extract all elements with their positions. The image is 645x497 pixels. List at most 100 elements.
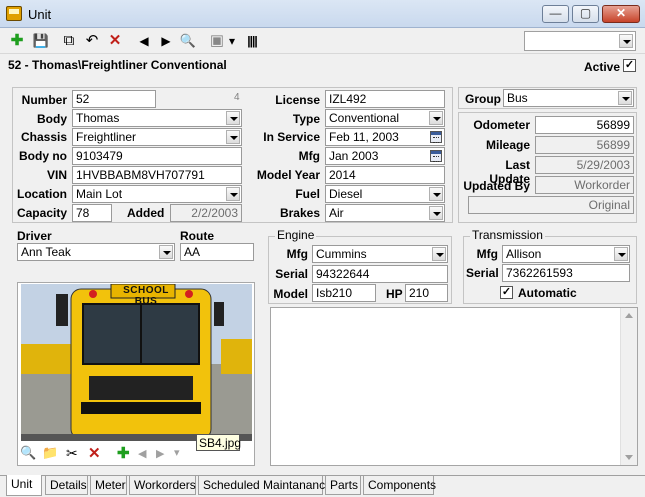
previous-record-icon[interactable]: ◀ [134, 31, 154, 51]
in-service-date[interactable]: Feb 11, 2003 [325, 128, 445, 146]
model-year-field[interactable]: 2014 [325, 166, 445, 184]
chevron-down-icon[interactable] [618, 91, 632, 105]
location-label: Location [17, 187, 67, 201]
add-icon[interactable]: ✚ [7, 31, 27, 51]
engine-serial-field[interactable]: 94322644 [312, 265, 448, 283]
box-dropdown-icon[interactable]: ▾ [226, 31, 238, 51]
chevron-down-icon[interactable] [429, 187, 443, 201]
calendar-icon[interactable] [430, 150, 442, 162]
location-select[interactable]: Main Lot [72, 185, 242, 203]
maximize-button[interactable]: ▢ [572, 5, 599, 23]
active-checkbox[interactable]: ✓ [623, 59, 636, 72]
chevron-down-icon[interactable] [226, 130, 240, 144]
body-value: Thomas [76, 111, 120, 125]
automatic-checkbox[interactable]: ✓ [500, 286, 513, 299]
barcode-icon[interactable]: |||| [242, 31, 262, 51]
type-select[interactable]: Conventional [325, 109, 445, 127]
scroll-up-icon[interactable] [625, 313, 633, 318]
minimize-button[interactable]: — [542, 5, 569, 23]
notes-scrollbar[interactable] [620, 308, 637, 465]
tab-meter[interactable]: Meter [90, 476, 127, 495]
add-photo-icon[interactable]: ✚ [117, 444, 130, 462]
chevron-down-icon[interactable] [429, 206, 443, 220]
unit-photo[interactable] [21, 284, 252, 441]
next-photo-icon[interactable]: ▶ [156, 447, 164, 460]
box-icon[interactable]: ▣ [207, 31, 227, 51]
chevron-down-icon[interactable] [159, 245, 173, 259]
hp-field[interactable]: 210 [405, 284, 448, 302]
fuel-select[interactable]: Diesel [325, 185, 445, 203]
tab-unit[interactable]: Unit [6, 475, 42, 496]
tab-components[interactable]: Components [363, 476, 436, 495]
body-select[interactable]: Thomas [72, 109, 242, 127]
cut-icon[interactable]: ✂ [66, 445, 78, 462]
mileage-field: 56899 [535, 136, 634, 154]
chassis-value: Freightliner [76, 130, 137, 144]
copy-icon[interactable]: ⧉ [59, 31, 79, 51]
previous-photo-icon[interactable]: ◀ [138, 447, 146, 460]
brakes-select[interactable]: Air [325, 204, 445, 222]
added-field: 2/2/2003 [170, 204, 242, 222]
chevron-down-icon[interactable] [432, 247, 446, 261]
transmission-mfg-value: Allison [506, 247, 542, 261]
undo-icon[interactable]: ↶ [82, 31, 102, 51]
scroll-down-icon[interactable] [625, 455, 633, 460]
fuel-label: Fuel [295, 187, 320, 201]
group-select[interactable]: Bus [503, 89, 634, 107]
transmission-title: Transmission [470, 228, 545, 242]
body-label: Body [37, 112, 67, 126]
mfg-date-value: Jan 2003 [329, 149, 379, 163]
odometer-field[interactable]: 56899 [535, 116, 634, 134]
photo-dropdown-icon[interactable]: ▾ [174, 446, 180, 459]
search-icon[interactable]: 🔍 [178, 31, 198, 51]
capacity-field[interactable]: 78 [72, 204, 112, 222]
engine-serial-label: Serial [275, 267, 308, 281]
odometer-label: Odometer [473, 118, 530, 132]
vin-label: VIN [46, 168, 67, 182]
group-value: Bus [507, 91, 528, 105]
chevron-down-icon[interactable] [614, 247, 628, 261]
school-bus-sign: SCHOOL BUS [123, 285, 169, 307]
calendar-icon[interactable] [430, 131, 442, 143]
toolbar-dropdown[interactable] [524, 31, 636, 51]
chassis-select[interactable]: Freightliner [72, 128, 242, 146]
next-record-icon[interactable]: ▶ [156, 31, 176, 51]
brakes-label: Brakes [279, 206, 320, 220]
vin-field[interactable]: 1HVBBABM8VH707791 [72, 166, 242, 184]
tab-parts[interactable]: Parts [325, 476, 361, 495]
active-label: Active [584, 60, 621, 74]
unit-header: 52 - Thomas\Freightliner Conventional [8, 58, 227, 72]
last-update-field: 5/29/2003 [535, 156, 634, 174]
notes-textarea[interactable] [270, 307, 638, 466]
body-no-field[interactable]: 9103479 [72, 147, 242, 165]
added-label: Added [127, 206, 165, 220]
engine-model-field[interactable]: Isb210 [312, 284, 376, 302]
delete-photo-icon[interactable]: ✕ [88, 444, 101, 462]
transmission-mfg-select[interactable]: Allison [502, 245, 630, 263]
zoom-icon[interactable]: 🔍 [20, 445, 36, 461]
license-field[interactable]: IZL492 [325, 90, 445, 108]
close-button[interactable]: ✕ [602, 5, 640, 23]
engine-mfg-label: Mfg [286, 247, 308, 261]
hp-label: HP [386, 287, 403, 301]
in-service-label: In Service [263, 130, 320, 144]
group-label: Group [465, 92, 501, 106]
transmission-serial-field[interactable]: 7362261593 [502, 264, 630, 282]
transmission-mfg-label: Mfg [476, 247, 498, 261]
folder-icon[interactable]: 📁 [42, 445, 58, 461]
tab-workorders[interactable]: Workorders [129, 476, 196, 495]
chevron-down-icon[interactable] [226, 187, 240, 201]
chevron-down-icon[interactable] [226, 111, 240, 125]
engine-mfg-select[interactable]: Cummins [312, 245, 448, 263]
save-icon[interactable]: 💾 [31, 31, 51, 51]
mfg-date[interactable]: Jan 2003 [325, 147, 445, 165]
chevron-down-icon[interactable] [429, 111, 443, 125]
tab-scheduled-maintenance[interactable]: Scheduled Maintanance [198, 476, 332, 495]
number-field[interactable]: 52 [72, 90, 156, 108]
tab-details[interactable]: Details [45, 476, 88, 495]
driver-select[interactable]: Ann Teak [17, 243, 175, 261]
route-field[interactable]: AA [180, 243, 254, 261]
chevron-down-icon[interactable] [619, 34, 633, 48]
original-field: Original [468, 196, 634, 214]
delete-icon[interactable]: ✕ [105, 31, 125, 51]
